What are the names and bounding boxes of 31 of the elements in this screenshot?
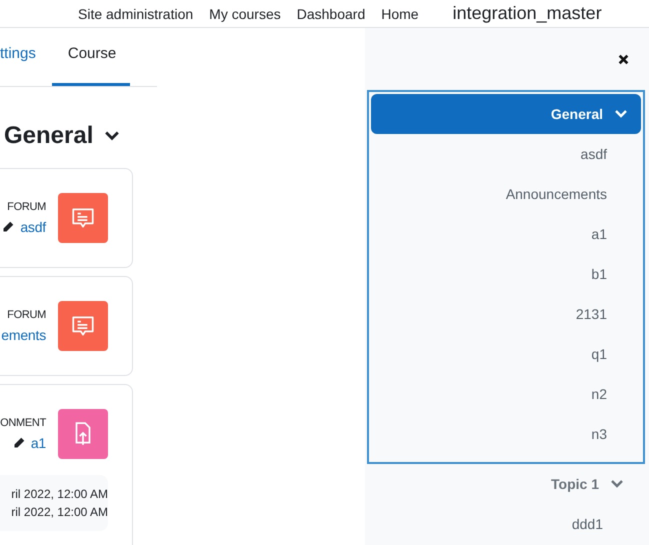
section-header[interactable]: General xyxy=(371,94,641,134)
index-item[interactable]: n3 xyxy=(371,414,641,454)
pencil-icon[interactable] xyxy=(2,221,14,233)
activity-link[interactable]: ements xyxy=(1,327,46,343)
nav-tab[interactable]: ttings xyxy=(0,28,52,86)
section-header[interactable]: Topic 1 xyxy=(367,464,637,504)
activity-type: ONMENT xyxy=(0,417,46,429)
activity-type: FORUM xyxy=(7,309,46,321)
index-item[interactable]: ddd1 xyxy=(367,504,645,544)
index-item[interactable]: Announcements xyxy=(371,174,641,214)
nav-link[interactable]: Site administration xyxy=(78,6,194,22)
nav-link[interactable]: My courses xyxy=(209,6,281,22)
activity-link[interactable]: a1 xyxy=(30,435,46,451)
user-name[interactable]: integration_master xyxy=(452,3,602,24)
activity-link[interactable]: asdf xyxy=(20,219,46,235)
close-icon[interactable] xyxy=(618,54,629,64)
nav-link[interactable]: Home xyxy=(381,6,419,22)
index-item[interactable]: n2 xyxy=(371,374,641,414)
activity-date: ril 2022, 12:00 AM xyxy=(11,487,108,501)
nav-link[interactable]: Dashboard xyxy=(296,6,366,22)
index-item[interactable]: q1 xyxy=(371,334,641,374)
nav-tab[interactable]: Course xyxy=(52,28,130,86)
activity-type: FORUM xyxy=(7,201,46,213)
index-item[interactable]: asdf xyxy=(371,134,641,174)
index-item[interactable]: b1 xyxy=(371,254,641,294)
chevron-icon[interactable] xyxy=(105,131,120,141)
index-item[interactable]: a1 xyxy=(371,214,641,254)
index-item[interactable]: 2131 xyxy=(371,294,641,334)
activity-date: ril 2022, 12:00 AM xyxy=(11,505,108,519)
pencil-icon[interactable] xyxy=(12,437,25,449)
section-title: General xyxy=(3,122,94,150)
